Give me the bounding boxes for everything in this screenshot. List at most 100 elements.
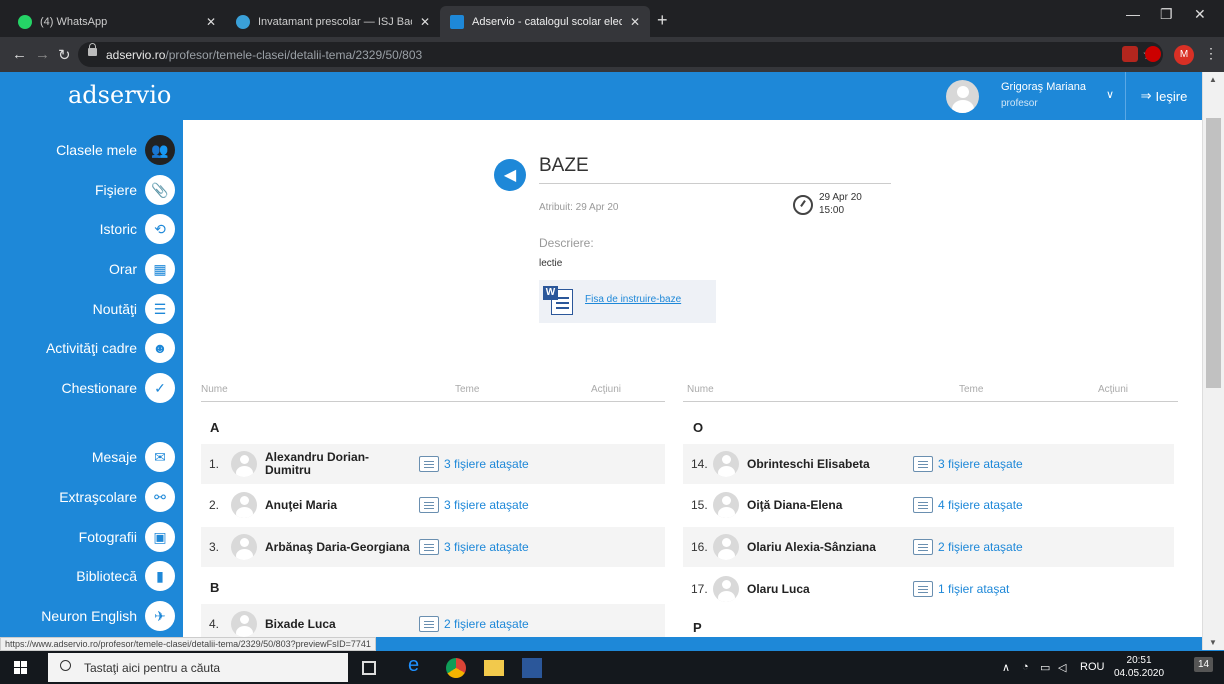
- maximize-icon[interactable]: ❐: [1160, 6, 1173, 23]
- network-icon[interactable]: ◔: [1022, 661, 1029, 673]
- reload-icon[interactable]: ↻: [58, 46, 71, 64]
- taskbar-clock[interactable]: 20:51 04.05.2020: [1114, 654, 1164, 680]
- scroll-down-icon[interactable]: ▼: [1209, 638, 1217, 647]
- attached-files-link[interactable]: 2 fişiere ataşate: [913, 539, 1023, 555]
- document-icon: [419, 497, 439, 513]
- attached-files-link[interactable]: 1 fişier ataşat: [913, 581, 1009, 597]
- attached-files-count: 1 fişier ataşat: [938, 582, 1010, 596]
- pdf-extension-icon[interactable]: [1122, 46, 1138, 62]
- chevron-down-icon[interactable]: ∨: [1106, 88, 1114, 101]
- sidebar-item-activitati-cadre[interactable]: Activităţi cadre ☻: [46, 333, 175, 363]
- adblock-extension-icon[interactable]: [1145, 46, 1161, 62]
- word-app-icon[interactable]: [522, 658, 542, 678]
- student-name[interactable]: Bixade Luca: [265, 617, 336, 631]
- minimize-icon[interactable]: —: [1126, 6, 1140, 22]
- task-view-icon[interactable]: [362, 661, 376, 675]
- sidebar-item-noutati[interactable]: Noutăţi ☰: [93, 294, 175, 324]
- close-tab-icon[interactable]: ✕: [420, 15, 430, 29]
- table-row: 3. Arbănaş Daria-Georgiana 3 fişiere ata…: [201, 527, 665, 567]
- student-name[interactable]: Olaru Luca: [747, 582, 810, 596]
- close-tab-icon[interactable]: ✕: [630, 15, 640, 29]
- sidebar-item-label: Activităţi cadre: [45, 340, 137, 356]
- close-window-icon[interactable]: ✕: [1194, 6, 1206, 23]
- close-tab-icon[interactable]: ✕: [206, 15, 216, 29]
- sidebar-item-mesaje[interactable]: Mesaje ✉: [92, 442, 175, 472]
- browser-menu-icon[interactable]: ⋮: [1204, 45, 1218, 62]
- student-number: 17.: [691, 582, 708, 596]
- paper-plane-icon: ✈: [145, 601, 175, 631]
- edge-browser-icon[interactable]: e: [408, 654, 428, 676]
- student-avatar: [231, 451, 257, 477]
- page-scrollbar[interactable]: ▲ ▼: [1202, 72, 1224, 650]
- tab-whatsapp[interactable]: (4) WhatsApp ✕: [8, 6, 226, 37]
- attached-files-count: 2 fişiere ataşate: [444, 617, 529, 631]
- attached-files-link[interactable]: 3 fişiere ataşate: [419, 456, 529, 472]
- sidebar-item-fisiere[interactable]: Fişiere 📎: [95, 175, 175, 205]
- attached-files-link[interactable]: 2 fişiere ataşate: [419, 616, 529, 632]
- search-placeholder: Tastaţi aici pentru a căuta: [84, 661, 221, 675]
- back-button[interactable]: ◀: [494, 159, 526, 191]
- attached-files-link[interactable]: 3 fişiere ataşate: [913, 456, 1023, 472]
- student-avatar: [231, 534, 257, 560]
- student-name[interactable]: Arbănaş Daria-Georgiana: [265, 540, 410, 554]
- student-name[interactable]: Anuţei Maria: [265, 498, 337, 512]
- student-avatar: [231, 492, 257, 518]
- sidebar-item-label: Noutăţi: [92, 301, 137, 317]
- sidebar-item-fotografii[interactable]: Fotografii ▣: [79, 522, 175, 552]
- notification-center-button[interactable]: 14: [1194, 657, 1214, 672]
- student-name[interactable]: Alexandru Dorian-Dumitru: [265, 451, 395, 477]
- url-field[interactable]: adservio.ro/profesor/temele-clasei/detal…: [78, 42, 1163, 67]
- calendar-icon: ▦: [145, 254, 175, 284]
- sidebar-item-neuron-english[interactable]: Neuron English ✈: [41, 601, 175, 631]
- adservio-logo[interactable]: adservio: [68, 81, 171, 109]
- back-arrow-icon[interactable]: ←: [12, 46, 27, 63]
- attached-files-link[interactable]: 4 fişiere ataşate: [913, 497, 1023, 513]
- tab-isj-bacau[interactable]: Invatamant prescolar — ISJ Bacau ✕: [226, 6, 440, 37]
- scrollbar-thumb[interactable]: [1206, 118, 1221, 388]
- sidebar-item-extrascolare[interactable]: Extraşcolare ⚯: [59, 482, 175, 512]
- taskbar-search-input[interactable]: Tastaţi aici pentru a căuta: [48, 653, 348, 682]
- file-explorer-icon[interactable]: [484, 660, 504, 676]
- student-name[interactable]: Obrinteschi Elisabeta: [747, 457, 870, 471]
- chevron-up-icon[interactable]: ∧: [1002, 661, 1010, 674]
- attached-files-link[interactable]: 3 fişiere ataşate: [419, 539, 529, 555]
- arrow-left-icon: ◀: [503, 167, 517, 184]
- sidebar-item-label: Istoric: [99, 221, 137, 237]
- sidebar-item-biblioteca[interactable]: Bibliotecă ▮: [76, 561, 175, 591]
- battery-icon[interactable]: ▭: [1040, 661, 1050, 674]
- news-icon: ☰: [145, 294, 175, 324]
- table-row: 1. Alexandru Dorian-Dumitru 3 fişiere at…: [201, 444, 665, 484]
- column-header-homework: Teme: [455, 384, 480, 395]
- sidebar-item-clasele-mele[interactable]: Clasele mele 👥: [56, 135, 175, 165]
- attachment-link[interactable]: Fisa de instruire-baze: [585, 294, 695, 307]
- input-language[interactable]: ROU: [1080, 661, 1104, 673]
- document-icon: [913, 456, 933, 472]
- assigned-date: Atribuit: 29 Apr 20: [539, 202, 619, 213]
- student-name[interactable]: Oiţă Diana-Elena: [747, 498, 842, 512]
- photo-icon: ▣: [145, 522, 175, 552]
- user-name[interactable]: Grigoraş Mariana: [1001, 81, 1086, 93]
- paperclip-icon: 📎: [145, 175, 175, 205]
- logout-button[interactable]: ⇒ Ieşire: [1125, 72, 1202, 120]
- scroll-up-icon[interactable]: ▲: [1209, 75, 1217, 84]
- student-avatar: [713, 492, 739, 518]
- student-name[interactable]: Olariu Alexia-Sânziana: [747, 540, 876, 554]
- sidebar-item-orar[interactable]: Orar ▦: [109, 254, 175, 284]
- tab-adservio[interactable]: Adservio - catalogul scolar electronic ✕: [440, 6, 650, 37]
- student-number: 1.: [209, 457, 220, 471]
- chrome-icon[interactable]: [446, 658, 466, 678]
- attachment-card[interactable]: W Fisa de instruire-baze: [539, 280, 716, 323]
- user-avatar[interactable]: [946, 80, 979, 113]
- forward-arrow-icon[interactable]: →: [35, 46, 50, 63]
- whatsapp-icon: [18, 14, 32, 29]
- column-header-homework: Teme: [959, 384, 984, 395]
- sidebar-item-istoric[interactable]: Istoric ⟲: [100, 214, 175, 244]
- windows-start-icon[interactable]: [14, 661, 28, 675]
- status-bar-url: https://www.adservio.ro/profesor/temele-…: [0, 637, 376, 651]
- volume-icon[interactable]: ◁: [1058, 661, 1066, 674]
- attached-files-link[interactable]: 3 fişiere ataşate: [419, 497, 529, 513]
- sidebar: Clasele mele 👥 Fişiere 📎 Istoric ⟲ Orar …: [0, 120, 183, 637]
- profile-avatar[interactable]: M: [1174, 45, 1194, 65]
- new-tab-button[interactable]: +: [657, 10, 668, 31]
- sidebar-item-chestionare[interactable]: Chestionare ✓: [62, 373, 175, 403]
